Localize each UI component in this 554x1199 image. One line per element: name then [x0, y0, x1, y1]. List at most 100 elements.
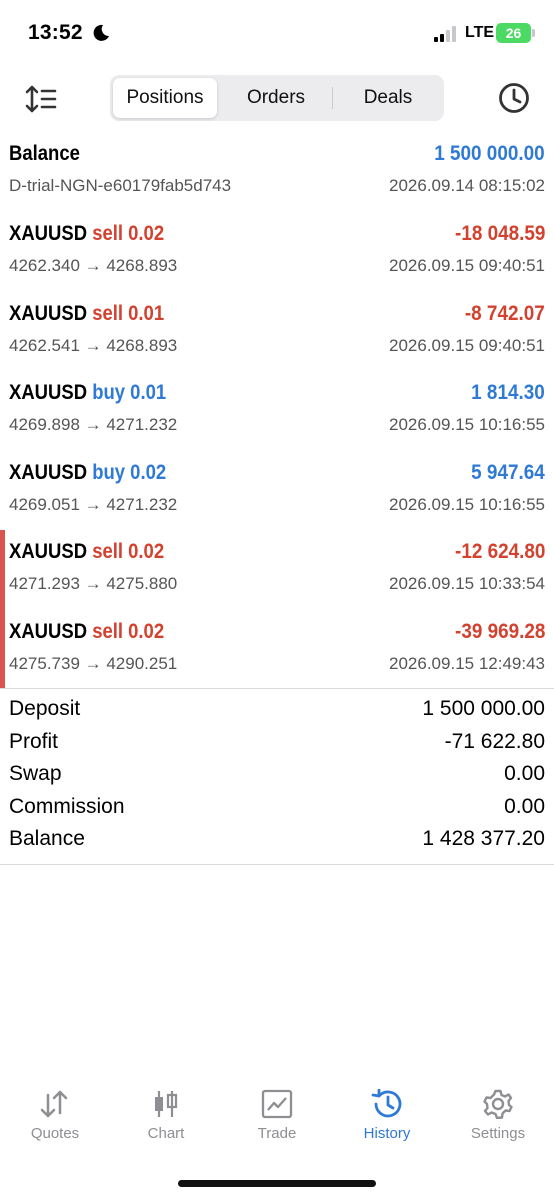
summary-row-swap: Swap 0.00 [0, 762, 554, 794]
tab-history-label: History [363, 1125, 411, 1142]
position-symbol: XAUUSD [9, 381, 88, 405]
summary-row-commission: Commission 0.00 [0, 795, 554, 827]
position-profit: -12 624.80 [454, 540, 545, 564]
position-prices: 4275.739 → 4290.251 [9, 654, 178, 673]
position-title: XAUUSD sell 0.01 [9, 302, 164, 326]
status-time: 13:52 [28, 21, 83, 44]
position-title: XAUUSD buy 0.01 [9, 381, 166, 405]
position-row[interactable]: XAUUSD buy 0.02 5 947.64 4269.051 → 4271.2… [0, 457, 554, 529]
summary-value: 0.00 [504, 762, 545, 785]
position-symbol: XAUUSD [9, 301, 88, 325]
tab-deals-label: Deals [363, 87, 413, 108]
balance-title: Balance [9, 142, 80, 165]
tab-settings[interactable]: Settings [443, 1080, 553, 1150]
tab-settings-label: Settings [470, 1125, 526, 1142]
tab-orders[interactable]: Orders [220, 78, 332, 118]
position-profit: -39 969.28 [454, 620, 545, 643]
battery-tip [532, 29, 535, 37]
position-symbol: XAUUSD [9, 222, 88, 245]
position-title: XAUUSD sell 0.02 [9, 540, 164, 564]
account-id: D-trial-NGN-e60179fab5d743 [9, 176, 232, 195]
position-datetime: 2026.09.15 10:16:55 [389, 415, 545, 435]
position-profit: -18 048.59 [454, 222, 545, 245]
position-row[interactable]: XAUUSD sell 0.02 -18 048.59 4262.340 → 426… [0, 218, 554, 290]
position-title: XAUUSD sell 0.02 [9, 222, 164, 246]
tab-positions-label: Positions [126, 87, 204, 108]
tab-positions[interactable]: Positions [113, 78, 217, 118]
position-datetime: 2026.09.15 09:40:51 [389, 335, 545, 355]
position-row[interactable]: XAUUSD sell 0.02 -12 624.80 4271.293 → 427… [0, 536, 554, 608]
position-datetime: 2026.09.15 09:40:51 [389, 256, 545, 275]
history-icon [371, 1089, 402, 1118]
summary-value: 1 500 000.00 [422, 697, 545, 720]
position-symbol: XAUUSD [9, 620, 88, 643]
position-side: buy 0.02 [92, 460, 167, 484]
position-prices: 4271.293 → 4275.880 [9, 574, 178, 594]
summary-label: Profit [9, 729, 59, 753]
position-profit: 1 814.30 [471, 381, 545, 405]
position-symbol: XAUUSD [9, 460, 88, 484]
status-bar: 13:52 LTE 26 [0, 0, 554, 66]
summary-value: 1 428 377.20 [422, 827, 545, 850]
tab-trade-label: Trade [257, 1125, 297, 1142]
position-title: XAUUSD sell 0.02 [9, 620, 164, 644]
position-symbol: XAUUSD [9, 540, 88, 564]
moon-icon [93, 24, 109, 41]
position-side: sell 0.02 [92, 620, 165, 643]
battery-icon: 26 [496, 23, 531, 43]
tab-orders-label: Orders [246, 87, 306, 108]
tab-chart-label: Chart [147, 1125, 185, 1142]
toolbar: Positions Orders Deals [0, 74, 554, 124]
position-profit: 5 947.64 [471, 460, 545, 484]
position-datetime: 2026.09.15 10:33:54 [389, 574, 545, 594]
summary-value: 0.00 [504, 794, 545, 818]
tab-chart[interactable]: Chart [111, 1080, 221, 1150]
tab-bar: Quotes Chart Trade History Settings [0, 1080, 554, 1160]
summary-row-deposit: Deposit 1 500 000.00 [0, 697, 554, 729]
trade-icon [261, 1089, 293, 1119]
quotes-icon [40, 1090, 68, 1118]
summary-row-profit: Profit -71 622.80 [0, 730, 554, 762]
tab-trade[interactable]: Trade [222, 1080, 332, 1150]
signal-icon [434, 26, 460, 42]
summary-label: Commission [9, 794, 125, 818]
balance-row[interactable]: Balance 1 500 000.00 D-trial-NGN-e60179f… [0, 138, 554, 204]
position-side: sell 0.02 [92, 540, 165, 564]
sort-icon[interactable] [24, 82, 60, 116]
position-datetime: 2026.09.15 10:16:55 [389, 494, 545, 514]
position-prices: 4262.541 → 4268.893 [9, 335, 178, 355]
position-profit: -8 742.07 [465, 301, 545, 325]
summary-value: -71 622.80 [444, 729, 545, 753]
tab-history[interactable]: History [332, 1080, 442, 1150]
summary-bottom-divider [0, 864, 554, 865]
position-prices: 4262.340 → 4268.893 [9, 256, 178, 275]
clock-icon[interactable] [496, 80, 532, 116]
tab-quotes-label: Quotes [30, 1125, 80, 1142]
settings-icon [483, 1089, 513, 1119]
summary-top-divider [0, 688, 554, 689]
segment-divider [332, 87, 333, 109]
position-side: sell 0.01 [92, 301, 165, 325]
position-title: XAUUSD buy 0.02 [9, 461, 166, 485]
position-row[interactable]: XAUUSD sell 0.02 -39 969.28 4275.739 → 429… [0, 616, 554, 688]
position-prices: 4269.051 → 4271.232 [9, 494, 178, 514]
summary-row-balance: Balance 1 428 377.20 [0, 827, 554, 859]
position-datetime: 2026.09.15 12:49:43 [389, 654, 545, 673]
selection-marker [0, 530, 5, 688]
position-row[interactable]: XAUUSD sell 0.01 -8 742.07 4262.541 → 4268… [0, 298, 554, 370]
tab-quotes[interactable]: Quotes [0, 1080, 110, 1150]
position-row[interactable]: XAUUSD buy 0.01 1 814.30 4269.898 → 4271.2… [0, 377, 554, 449]
chart-icon [155, 1091, 178, 1117]
battery-level: 26 [505, 25, 522, 41]
network-type: LTE [465, 24, 495, 41]
balance-amount: 1 500 000.00 [434, 142, 545, 165]
position-side: buy 0.01 [92, 381, 167, 405]
balance-datetime: 2026.09.14 08:15:02 [389, 176, 545, 195]
position-prices: 4269.898 → 4271.232 [9, 415, 178, 435]
summary-label: Swap [9, 762, 62, 785]
tab-deals[interactable]: Deals [334, 78, 442, 118]
summary-label: Balance [9, 827, 85, 850]
summary-label: Deposit [9, 697, 81, 720]
home-indicator [178, 1180, 376, 1187]
position-side: sell 0.02 [92, 222, 165, 245]
